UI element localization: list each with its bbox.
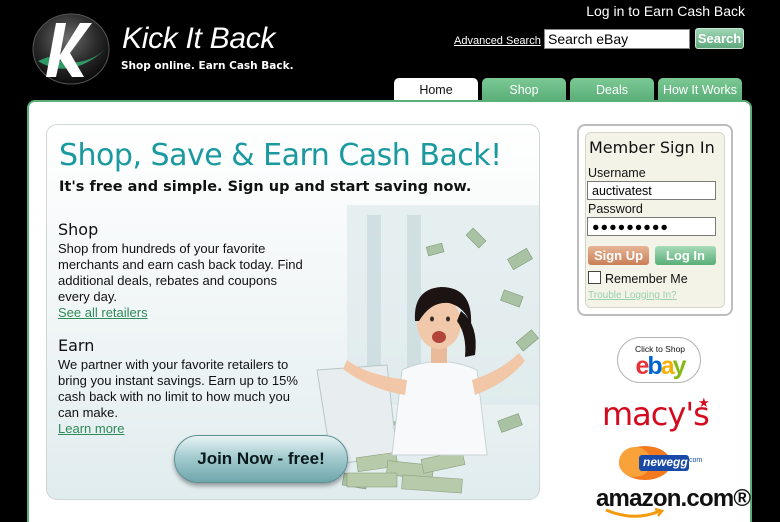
ebay-shop-badge[interactable]: Click to Shop ebay [617,337,701,383]
ebay-letter: b [647,352,662,380]
remember-me-label: Remember Me [605,272,688,286]
password-label: Password [588,202,643,216]
brand-name: Kick It Back [122,22,276,55]
shop-heading: Shop [58,220,99,239]
hero-panel: Shop, Save & Earn Cash Back! It's free a… [46,124,540,500]
login-link[interactable]: Log in to Earn Cash Back [586,3,745,19]
hero-subtitle: It's free and simple. Sign up and start … [59,179,472,195]
username-label: Username [588,166,646,180]
ebay-letter: e [635,352,650,380]
search-button[interactable]: Search [695,28,744,49]
earn-description: We partner with your favorite retailers … [58,357,298,420]
tab-home[interactable]: Home [394,78,478,102]
log-in-button[interactable]: Log In [655,246,716,265]
shop-description: Shop from hundreds of your favorite merc… [58,241,303,304]
kick-it-back-logo-icon[interactable] [30,11,112,87]
trouble-logging-in-link[interactable]: Trouble Logging In? [588,290,677,301]
advanced-search-link[interactable]: Advanced Search [454,35,541,47]
amazon-smile-icon [605,508,664,518]
ebay-logo-icon: ebay [618,353,702,379]
join-now-button[interactable]: Join Now - free! [174,435,348,483]
learn-more-link[interactable]: Learn more [58,421,124,437]
see-all-retailers-link[interactable]: See all retailers [58,305,148,321]
tab-shop[interactable]: Shop [482,78,566,101]
macys-logo-icon[interactable]: macy's [602,396,710,432]
hero-title: Shop, Save & Earn Cash Back! [59,138,502,173]
ebay-letter: a [660,352,675,380]
ebay-letter: y [672,352,687,380]
brand-tagline: Shop online. Earn Cash Back. [121,60,294,72]
password-field[interactable] [587,217,716,236]
username-field[interactable] [587,181,716,200]
macys-star-icon: ★ [698,396,710,411]
earn-heading: Earn [58,336,95,355]
remember-me-checkbox[interactable] [588,271,601,284]
tab-how-it-works[interactable]: How It Works [658,78,742,101]
newegg-com-suffix: .com [687,457,703,464]
sign-up-button[interactable]: Sign Up [588,246,649,265]
tab-deals[interactable]: Deals [570,78,654,101]
newegg-logo-icon[interactable]: newegg .com [617,443,707,481]
member-signin-title: Member Sign In [589,138,715,157]
search-input[interactable] [544,29,690,49]
newegg-wordmark: newegg [643,455,688,469]
